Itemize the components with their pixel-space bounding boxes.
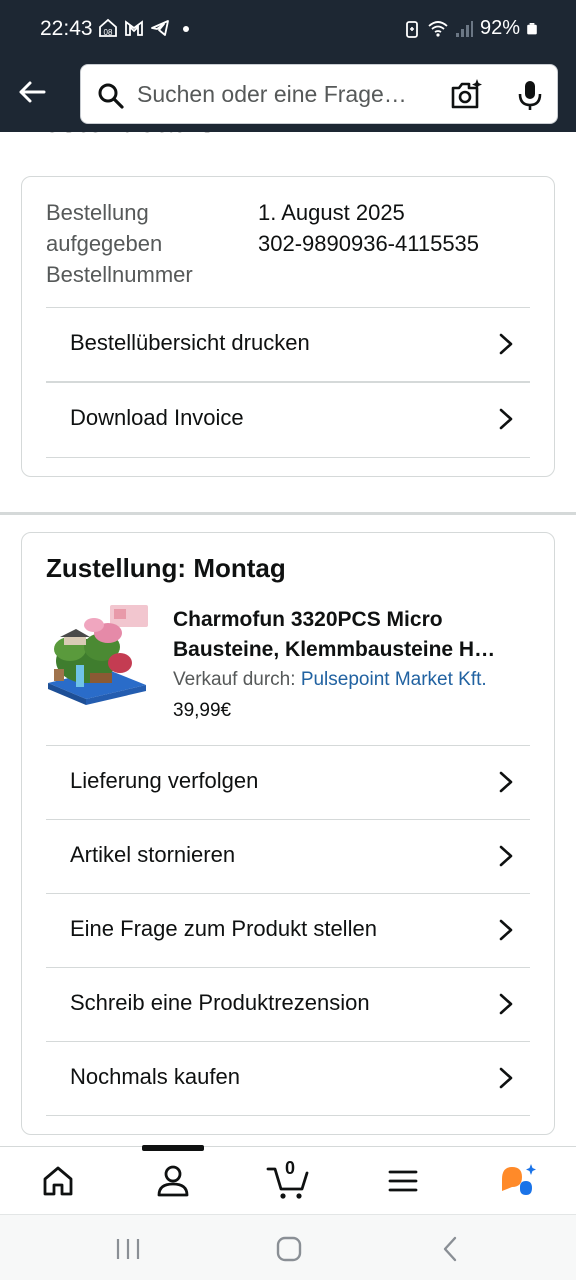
home-icon[interactable] [38, 1161, 78, 1201]
delivery-title: Zustellung: Montag [46, 553, 286, 583]
status-notification-icons: 08 [98, 18, 196, 38]
bottom-nav: 0 [0, 1145, 576, 1214]
order-number: 302-9890936-4115535 [258, 231, 480, 256]
search-input[interactable] [137, 65, 437, 123]
cart-button[interactable]: 0 [266, 1158, 310, 1201]
gmail-icon [125, 20, 143, 36]
chevron-right-icon [499, 919, 513, 941]
battery-percentage: 92% [479, 17, 520, 39]
buy-again-row[interactable]: Nochmals kaufen [46, 1041, 530, 1115]
download-invoice-row[interactable]: Download Invoice [46, 381, 530, 455]
track-delivery-row[interactable]: Lieferung verfolgen [46, 745, 530, 819]
menu-icon[interactable] [383, 1161, 423, 1201]
status-bar: 22:43 08 92% [0, 0, 576, 60]
wifi-icon [428, 20, 448, 37]
seller-prefix: Verkauf durch: [173, 669, 296, 690]
divider [46, 457, 530, 458]
row-label: Schreib eine Produktrezension [70, 990, 370, 1015]
chevron-right-icon [499, 1067, 513, 1089]
home-notification-icon: 08 [99, 18, 117, 37]
order-info-card: Bestellung aufgegeben Bestellnummer 1. A… [21, 176, 555, 477]
row-label: Eine Frage zum Produkt stellen [70, 916, 377, 941]
cancel-item-row[interactable]: Artikel stornieren [46, 819, 530, 893]
svg-text:08: 08 [104, 28, 113, 37]
telegram-icon [151, 20, 169, 36]
seller-info: Verkauf durch: Pulsepoint Market Kft. [173, 669, 487, 691]
write-review-row[interactable]: Schreib eine Produktrezension [46, 967, 530, 1041]
battery-saver-icon [406, 20, 418, 38]
order-date: 1. August 2025 [258, 200, 405, 225]
back-button-icon[interactable] [436, 1235, 466, 1263]
seller-link[interactable]: Pulsepoint Market Kft. [301, 669, 487, 690]
divider [46, 1115, 530, 1116]
row-label: Artikel stornieren [70, 842, 236, 867]
ask-product-question-row[interactable]: Eine Frage zum Produkt stellen [46, 893, 530, 967]
delivery-card: Zustellung: Montag Charmofun 3320PCS Mic… [21, 532, 555, 1135]
microphone-icon[interactable] [513, 78, 547, 112]
recent-apps-icon[interactable] [113, 1235, 143, 1263]
chevron-right-icon [499, 771, 513, 793]
order-info-labels: Bestellung aufgegeben Bestellnummer [46, 197, 193, 290]
arrow-left-icon[interactable] [14, 74, 50, 110]
header [0, 60, 576, 132]
search-icon [98, 83, 124, 109]
print-order-summary-row[interactable]: Bestellübersicht drucken [46, 307, 530, 381]
chevron-right-icon [499, 993, 513, 1015]
row-label: Download Invoice [70, 405, 244, 430]
order-date-label-2: aufgegeben [46, 231, 163, 256]
battery-icon [527, 22, 537, 34]
row-label: Nochmals kaufen [70, 1064, 240, 1089]
rufus-assistant-icon[interactable] [498, 1161, 538, 1201]
product-title[interactable]: Charmofun 3320PCS Micro Bausteine, Klemm… [173, 605, 533, 665]
camera-sparkle-icon[interactable] [449, 78, 483, 112]
order-number-label: Bestellnummer [46, 262, 193, 287]
dot-icon [183, 26, 189, 32]
row-label: Lieferung verfolgen [70, 768, 259, 793]
status-time: 22:43 [40, 17, 93, 40]
cart-count: 0 [284, 1158, 295, 1178]
product-price: 39,99€ [173, 700, 232, 721]
order-info-values: 1. August 2025 302-9890936-4115535 [258, 197, 479, 259]
chevron-right-icon [499, 845, 513, 867]
product-image[interactable] [46, 603, 150, 707]
signal-icon [455, 20, 473, 37]
account-icon[interactable] [153, 1161, 193, 1201]
status-system-icons: 92% [402, 17, 538, 40]
section-divider [0, 512, 576, 515]
system-nav-bar [0, 1214, 576, 1280]
order-date-label-1: Bestellung [46, 200, 149, 225]
active-tab-indicator [142, 1145, 204, 1151]
home-button-icon[interactable] [274, 1235, 304, 1263]
row-label: Bestellübersicht drucken [70, 330, 310, 355]
search-bar[interactable] [80, 64, 558, 124]
chevron-right-icon [499, 333, 513, 355]
chevron-right-icon [499, 408, 513, 430]
